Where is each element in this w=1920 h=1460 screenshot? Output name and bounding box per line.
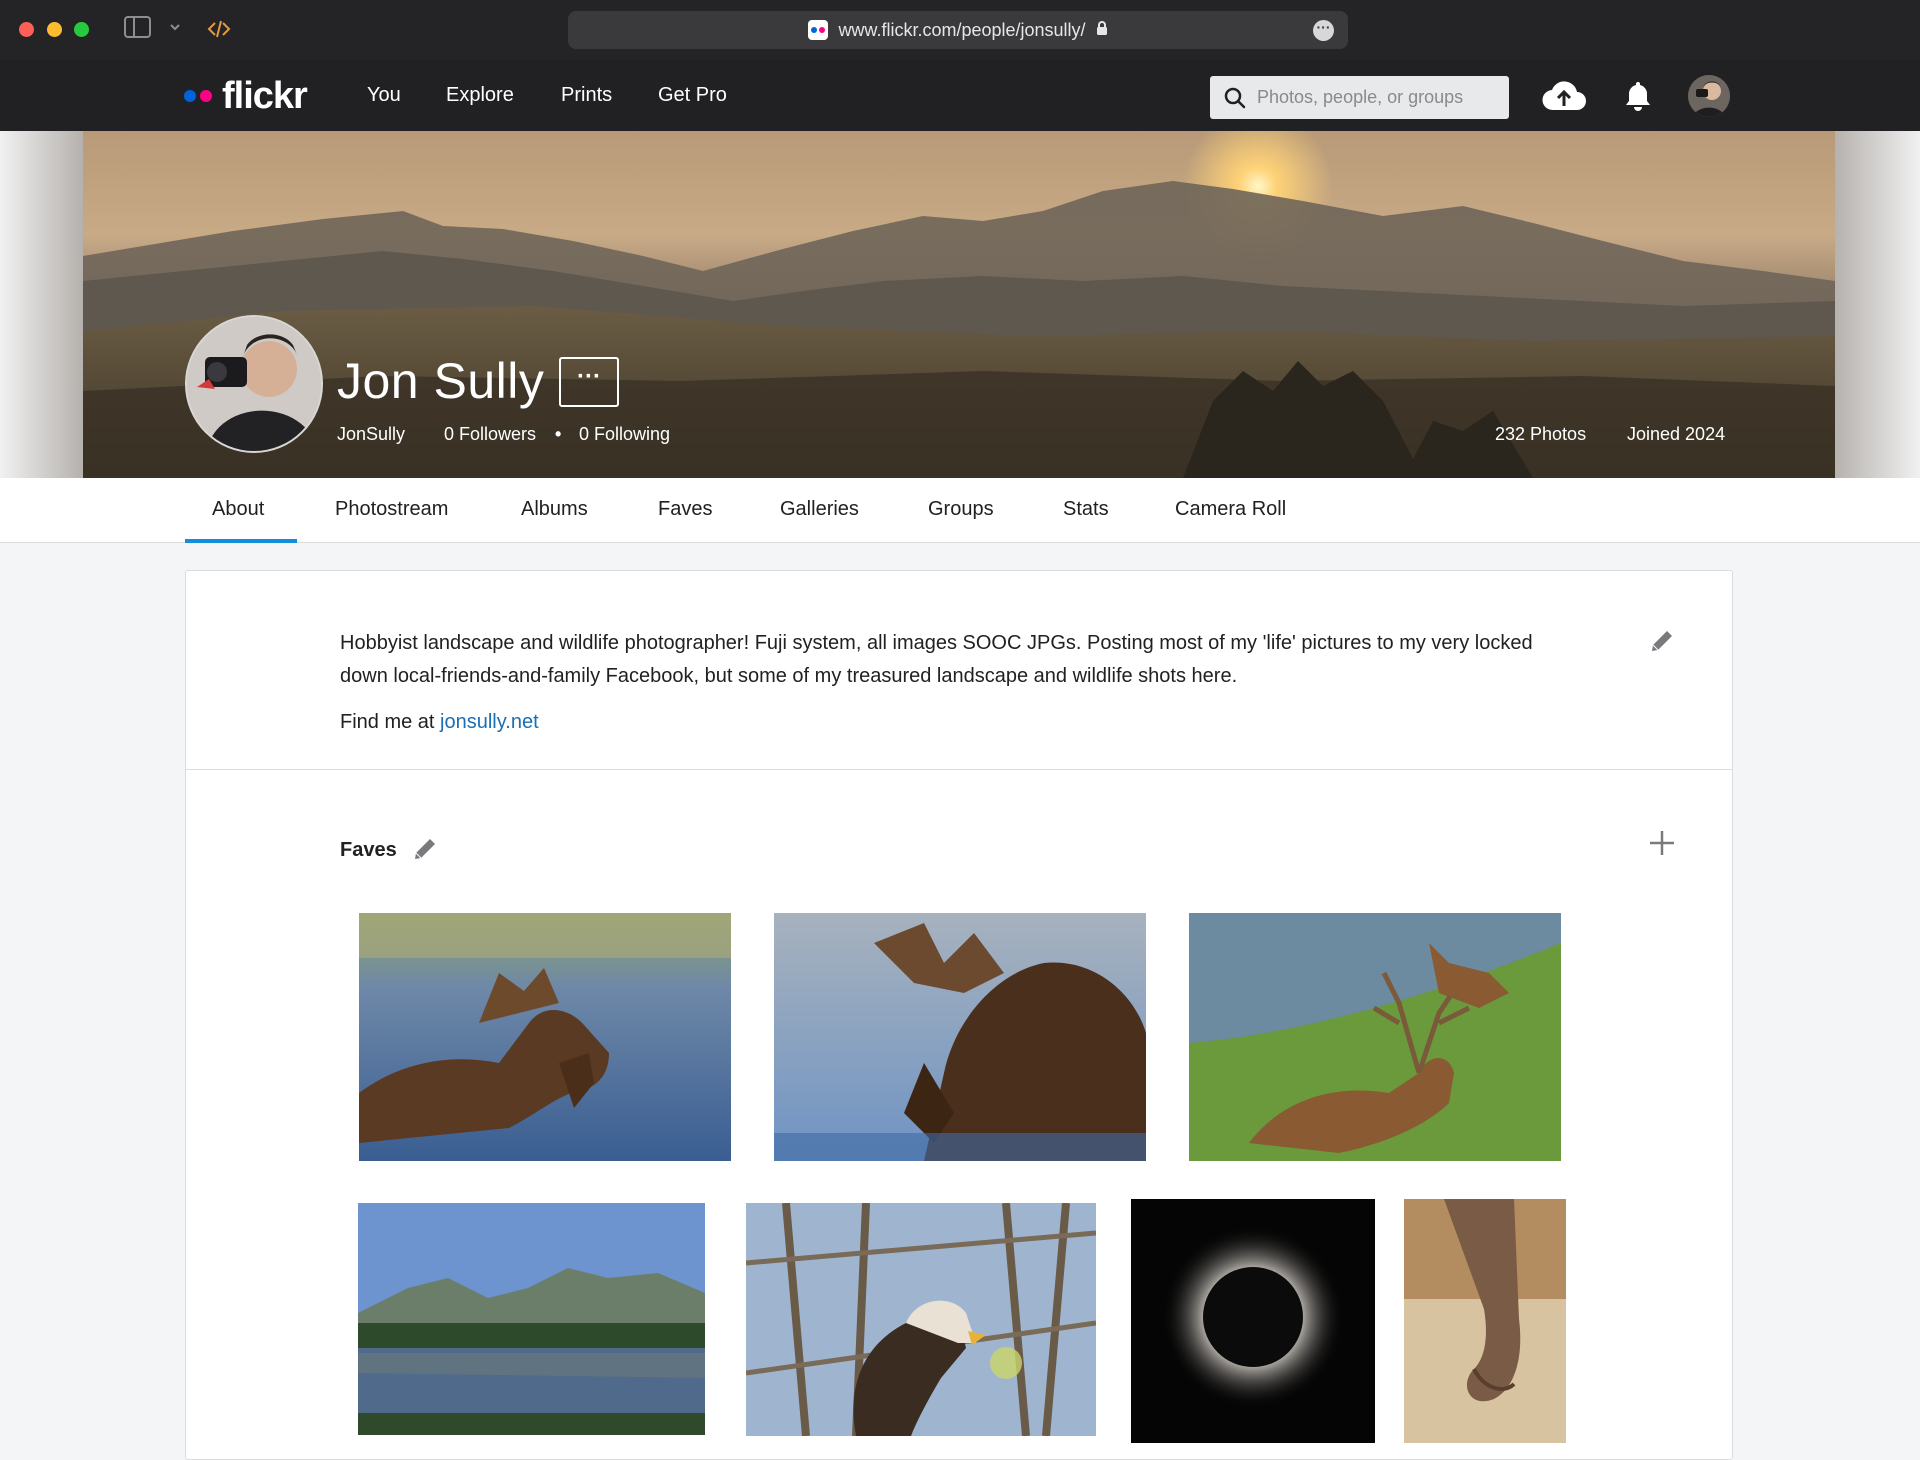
nav-explore[interactable]: Explore [446, 84, 514, 107]
nav-prints[interactable]: Prints [561, 84, 612, 107]
about-card: Hobbyist landscape and wildlife photogra… [185, 570, 1733, 1460]
logo-wordmark: flickr [222, 75, 308, 117]
fave-photo-moose-2[interactable] [774, 913, 1146, 1161]
edit-bio-pencil-icon[interactable] [1648, 627, 1676, 660]
add-plus-icon[interactable] [1647, 828, 1677, 863]
profile-more-button[interactable]: ··· [559, 357, 619, 407]
tab-camera-roll[interactable]: Camera Roll [1175, 498, 1286, 521]
find-me-line: Find me at jonsully.net [340, 711, 539, 734]
fave-photo-moose-1[interactable] [359, 913, 731, 1161]
user-avatar[interactable] [1688, 75, 1730, 117]
edit-faves-pencil-icon[interactable] [411, 835, 439, 868]
logo-pink-dot [200, 90, 212, 102]
dev-tools-icon[interactable] [207, 17, 231, 46]
chevron-down-icon[interactable] [168, 18, 182, 39]
site-header: flickr You Explore Prints Get Pro [0, 60, 1920, 131]
logo-blue-dot [184, 90, 196, 102]
tab-stats[interactable]: Stats [1063, 498, 1109, 521]
cover-blur-right [1834, 131, 1920, 478]
bio-text: Hobbyist landscape and wildlife photogra… [340, 632, 1533, 687]
followers-count[interactable]: 0 Followers [444, 424, 536, 445]
cover-blur-left [0, 131, 83, 478]
upload-cloud-icon[interactable] [1541, 80, 1587, 117]
flickr-favicon-icon [808, 20, 829, 40]
profile-username: JonSully [337, 424, 406, 444]
tab-about[interactable]: About [212, 498, 264, 521]
search-input[interactable] [1257, 87, 1497, 108]
section-divider [186, 769, 1732, 770]
tab-groups[interactable]: Groups [928, 498, 994, 521]
lock-icon [1096, 20, 1108, 41]
browser-toolbar: www.flickr.com/people/jonsully/ ··· [0, 0, 1920, 60]
photos-count: 232 Photos [1495, 424, 1587, 444]
fave-photo-elephant-trunk[interactable] [1404, 1199, 1566, 1443]
fave-photo-mountain-lake[interactable] [358, 1203, 705, 1435]
notifications-bell-icon[interactable] [1624, 80, 1652, 117]
more-options-icon[interactable]: ··· [1313, 20, 1334, 41]
flickr-logo[interactable]: flickr [184, 75, 308, 117]
find-me-prefix: Find me at [340, 711, 435, 733]
sidebar-toggle-icon[interactable] [124, 16, 151, 43]
url-text: www.flickr.com/people/jonsully/ [838, 19, 1086, 40]
tab-galleries[interactable]: Galleries [780, 498, 859, 521]
minimize-window-button[interactable] [47, 22, 62, 37]
nav-you[interactable]: You [367, 84, 401, 107]
tab-faves[interactable]: Faves [658, 498, 712, 521]
profile-name: Jon Sully [337, 353, 545, 409]
joined-date: Joined 2024 [1627, 424, 1726, 444]
fave-photo-elk[interactable] [1189, 913, 1561, 1161]
nav-get-pro[interactable]: Get Pro [658, 84, 727, 107]
close-window-button[interactable] [19, 22, 34, 37]
fave-photo-eagle[interactable] [746, 1203, 1096, 1436]
fave-photo-eclipse[interactable] [1131, 1199, 1375, 1443]
website-link[interactable]: jonsully.net [440, 711, 539, 733]
faves-section-title: Faves [340, 839, 397, 861]
profile-avatar[interactable] [185, 315, 323, 453]
tab-albums[interactable]: Albums [521, 498, 588, 521]
maximize-window-button[interactable] [74, 22, 89, 37]
following-count[interactable]: 0 Following [579, 424, 670, 445]
address-bar[interactable]: www.flickr.com/people/jonsully/ ··· [568, 11, 1348, 49]
active-tab-indicator [185, 539, 297, 543]
profile-tabs: About Photostream Albums Faves Galleries… [0, 478, 1920, 543]
search-icon[interactable] [1223, 86, 1247, 110]
tab-photostream[interactable]: Photostream [335, 498, 448, 521]
meta-separator-dot: • [555, 424, 562, 444]
search-box[interactable] [1210, 76, 1509, 119]
